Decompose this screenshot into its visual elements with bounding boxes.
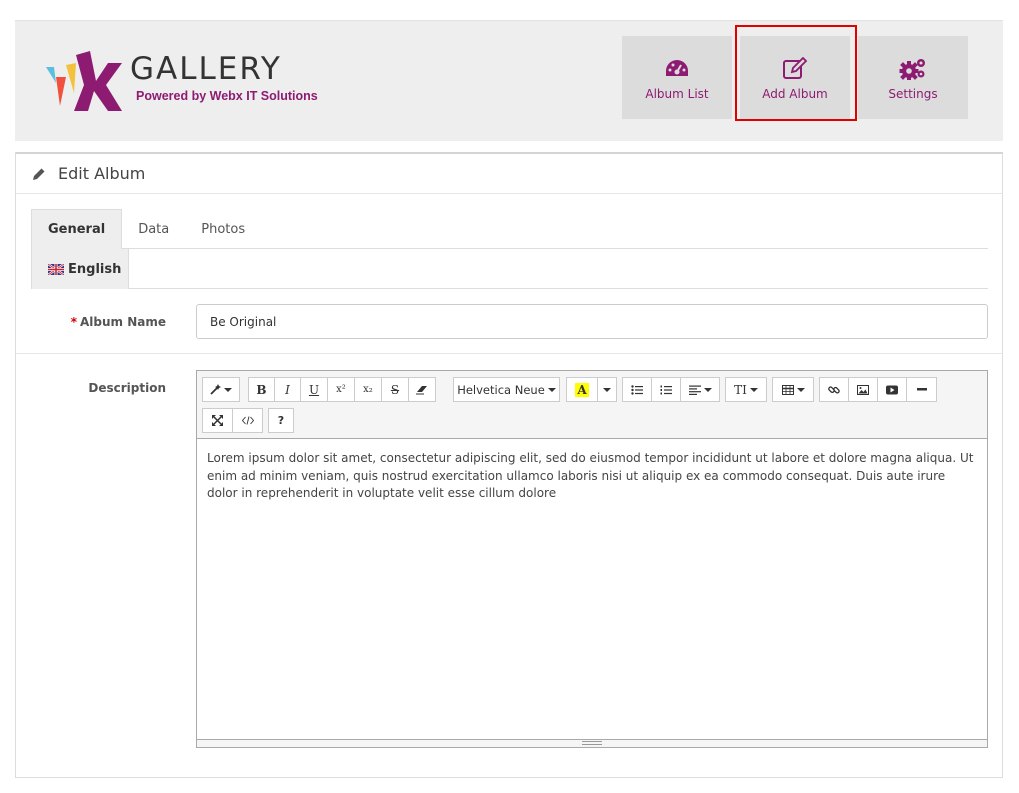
- ordered-list-button[interactable]: [651, 377, 681, 402]
- settings-label: Settings: [888, 87, 938, 101]
- add-album-highlight: [735, 25, 857, 121]
- strikethrough-button[interactable]: S: [381, 377, 409, 402]
- font-size-button[interactable]: TI: [725, 377, 767, 402]
- album-name-input[interactable]: [196, 304, 988, 339]
- album-list-button[interactable]: Album List: [622, 36, 732, 119]
- picture-button[interactable]: [848, 377, 878, 402]
- text-color-button[interactable]: A: [566, 377, 598, 402]
- language-label: English: [68, 261, 122, 277]
- description-editor: B I U x² x₂ S Helvetica Neue A TI ? Lore…: [196, 370, 988, 748]
- link-button[interactable]: [819, 377, 849, 402]
- image-icon: [857, 384, 869, 395]
- bold-button[interactable]: B: [248, 377, 275, 402]
- text-color-swatch: A: [575, 382, 589, 397]
- numbered-list-icon: [660, 385, 672, 394]
- description-content[interactable]: Lorem ipsum dolor sit amet, consectetur …: [207, 450, 977, 503]
- album-list-label: Album List: [645, 87, 709, 101]
- panel-title: Edit Album: [58, 164, 146, 183]
- pencil-icon: [33, 168, 45, 180]
- uk-flag-icon: [48, 263, 64, 275]
- font-size-label: TI: [734, 382, 747, 397]
- paragraph-align-button[interactable]: [680, 377, 720, 402]
- bullet-list-icon: [631, 384, 643, 395]
- text-color-dropdown[interactable]: [597, 377, 617, 402]
- edit-album-panel: Edit Album General Data Photos English *…: [15, 152, 1003, 778]
- horizontal-rule-button[interactable]: [906, 377, 937, 402]
- table-icon: [781, 384, 794, 395]
- settings-button[interactable]: Settings: [858, 36, 968, 119]
- language-tabs: English: [31, 249, 988, 289]
- logo[interactable]: GALLERY Powered by Webx IT Solutions: [44, 51, 318, 113]
- tab-general[interactable]: General: [31, 209, 123, 249]
- editor-toolbar: B I U x² x₂ S Helvetica Neue A TI ?: [197, 371, 987, 439]
- italic-button[interactable]: I: [274, 377, 301, 402]
- expand-icon: [212, 415, 223, 426]
- link-icon: [828, 385, 840, 394]
- album-name-label-text: Album Name: [80, 315, 166, 329]
- unordered-list-button[interactable]: [622, 377, 652, 402]
- youtube-icon: [886, 385, 898, 394]
- font-family-select[interactable]: Helvetica Neue: [453, 377, 560, 402]
- code-view-button[interactable]: [232, 408, 263, 433]
- tab-photos[interactable]: Photos: [185, 209, 261, 249]
- underline-button[interactable]: U: [300, 377, 328, 402]
- gears-icon: [899, 59, 925, 80]
- code-icon: [241, 416, 254, 425]
- clear-format-button[interactable]: [408, 377, 436, 402]
- dashboard-icon: [666, 60, 688, 76]
- superscript-button[interactable]: x²: [327, 377, 355, 402]
- resize-grip-icon: [582, 741, 602, 745]
- album-name-label: * Album Name: [56, 315, 166, 329]
- video-button[interactable]: [877, 377, 907, 402]
- required-marker: *: [70, 315, 77, 329]
- description-label: Description: [88, 381, 166, 395]
- panel-heading: Edit Album: [16, 154, 1002, 194]
- logo-subtitle: Powered by Webx IT Solutions: [136, 89, 318, 103]
- tab-data[interactable]: Data: [122, 209, 185, 249]
- logo-text: GALLERY: [130, 51, 282, 87]
- help-button[interactable]: ?: [268, 408, 294, 433]
- eraser-icon: [416, 385, 427, 394]
- font-family-value: Helvetica Neue: [457, 382, 545, 397]
- magic-wand-icon: [210, 384, 221, 395]
- minus-icon: [916, 388, 927, 391]
- editor-resize-handle[interactable]: [197, 739, 987, 747]
- form-divider: [16, 353, 1002, 354]
- style-button[interactable]: [202, 377, 240, 402]
- logo-mark-icon: [46, 51, 122, 111]
- subscript-button[interactable]: x₂: [354, 377, 382, 402]
- tab-language-english[interactable]: English: [31, 249, 129, 289]
- album-tabs: General Data Photos: [31, 209, 988, 249]
- table-button[interactable]: [772, 377, 814, 402]
- align-left-icon: [688, 385, 701, 395]
- fullscreen-button[interactable]: [202, 408, 233, 433]
